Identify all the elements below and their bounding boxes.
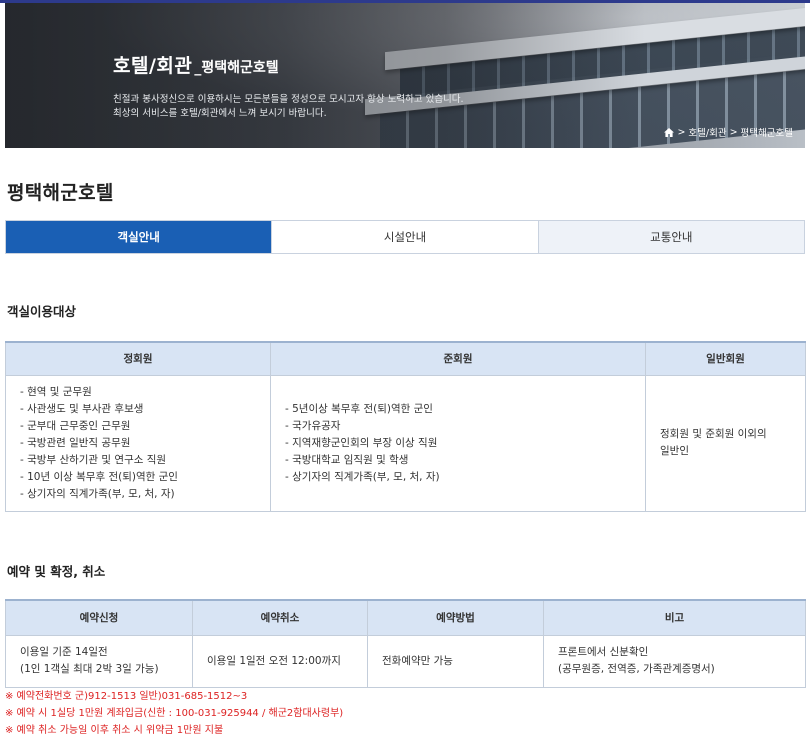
list-item: - 국방관련 일반직 공무원 <box>20 436 131 449</box>
hero-desc-line2: 최상의 서비스를 호텔/회관에서 느껴 보시기 바랍니다. <box>113 108 327 119</box>
reservation-table: 예약신청 예약취소 예약방법 비고 이용일 기준 14일전 (1인 1객실 최대… <box>5 599 806 688</box>
header-cancel: 예약취소 <box>192 599 368 636</box>
associate-member-cell: - 5년이상 복무후 전(퇴)역한 군인 - 국가유공자 - 지역재향군인회의 … <box>270 374 646 512</box>
section-title-reservation: 예약 및 확정, 취소 <box>7 564 106 579</box>
note-deposit: ※ 예약 시 1실당 1만원 계좌입금(신한 : 100-031-925944 … <box>5 708 344 719</box>
cancel-cell: 이용일 1일전 오전 12:00까지 <box>192 634 368 688</box>
tab-transport[interactable]: 교통안내 <box>538 221 804 253</box>
breadcrumb-separator: > <box>729 126 738 138</box>
list-item: - 상기자의 직계가족(부, 모, 처, 자) <box>285 470 440 483</box>
table-row: 이용일 기준 14일전 (1인 1객실 최대 2박 3일 가능) 이용일 1일전… <box>5 634 806 688</box>
apply-cell: 이용일 기준 14일전 (1인 1객실 최대 2박 3일 가능) <box>5 634 193 688</box>
regular-member-list: - 현역 및 군무원 - 사관생도 및 부사관 후보생 - 군부대 근무중인 근… <box>20 384 256 503</box>
general-member-line2: 일반인 <box>660 445 689 457</box>
list-item: - 5년이상 복무후 전(퇴)역한 군인 <box>285 402 433 415</box>
note-phone: ※ 예약전화번호 군)912-1513 일반)031-685-1512~3 <box>5 691 248 702</box>
apply-line1: 이용일 기준 14일전 <box>20 646 108 658</box>
header-note: 비고 <box>543 599 806 636</box>
general-member-cell: 정회원 및 준회원 이외의 일반인 <box>645 374 806 512</box>
list-item: - 지역재향군인회의 부장 이상 직원 <box>285 436 438 449</box>
header-regular: 정회원 <box>5 341 271 376</box>
header-apply: 예약신청 <box>5 599 193 636</box>
list-item: - 10년 이상 복무후 전(퇴)역한 군인 <box>20 470 178 483</box>
hero-description: 친절과 봉사정신으로 이용하시는 모든분들을 정성으로 모시고자 항상 노력하고… <box>113 93 464 121</box>
header-general: 일반회원 <box>645 341 806 376</box>
apply-line2: (1인 1객실 최대 2박 3일 가능) <box>20 663 159 675</box>
section-title-eligibility: 객실이용대상 <box>7 304 77 319</box>
regular-member-cell: - 현역 및 군무원 - 사관생도 및 부사관 후보생 - 군부대 근무중인 근… <box>5 374 271 512</box>
breadcrumb-separator: > <box>677 126 686 138</box>
reservation-notes: ※ 예약전화번호 군)912-1513 일반)031-685-1512~3 ※ … <box>5 688 343 739</box>
hero-title-sub: _평택해군호텔 <box>194 60 279 76</box>
header-method: 예약방법 <box>367 599 544 636</box>
list-item: - 군부대 근무중인 근무원 <box>20 419 131 432</box>
tab-facilities[interactable]: 시설안내 <box>272 221 539 253</box>
method-cell: 전화예약만 가능 <box>367 634 544 688</box>
breadcrumb-item-hotel[interactable]: 호텔/회관 <box>688 125 726 139</box>
general-member-line1: 정회원 및 준회원 이외의 <box>660 428 767 440</box>
home-icon[interactable] <box>664 127 675 137</box>
hero-banner: 호텔/회관 _평택해군호텔 친절과 봉사정신으로 이용하시는 모든분들을 정성으로… <box>5 3 805 148</box>
hero-desc-line1: 친절과 봉사정신으로 이용하시는 모든분들을 정성으로 모시고자 항상 노력하고… <box>113 94 464 105</box>
eligibility-table: 정회원 준회원 일반회원 - 현역 및 군무원 - 사관생도 및 부사관 후보생… <box>5 341 806 512</box>
list-item: - 현역 및 군무원 <box>20 385 92 398</box>
list-item: - 상기자의 직계가족(부, 모, 처, 자) <box>20 487 175 500</box>
breadcrumb: > 호텔/회관 > 평택해군호텔 <box>664 125 793 139</box>
tab-rooms[interactable]: 객실안내 <box>6 221 273 253</box>
list-item: - 국방부 산하기관 및 연구소 직원 <box>20 453 167 466</box>
breadcrumb-item-current[interactable]: 평택해군호텔 <box>741 125 793 139</box>
hero-title-main: 호텔/회관 <box>113 55 193 77</box>
list-item: - 국가유공자 <box>285 419 341 432</box>
tab-bar: 객실안내 시설안내 교통안내 <box>5 220 805 254</box>
associate-member-list: - 5년이상 복무후 전(퇴)역한 군인 - 국가유공자 - 지역재향군인회의 … <box>285 401 631 486</box>
note-line2: (공무원증, 전역증, 가족관계증명서) <box>558 663 715 675</box>
header-associate: 준회원 <box>270 341 646 376</box>
table-row: - 현역 및 군무원 - 사관생도 및 부사관 후보생 - 군부대 근무중인 근… <box>5 374 806 512</box>
note-cell: 프론트에서 신분확인 (공무원증, 전역증, 가족관계증명서) <box>543 634 806 688</box>
hero-title: 호텔/회관 _평택해군호텔 <box>113 51 279 78</box>
list-item: - 국방대학교 임직원 및 학생 <box>285 453 409 466</box>
list-item: - 사관생도 및 부사관 후보생 <box>20 402 144 415</box>
note-line1: 프론트에서 신분확인 <box>558 646 649 658</box>
page-title: 평택해군호텔 <box>7 182 114 204</box>
note-penalty: ※ 예약 취소 가능일 이후 취소 시 위약금 1만원 지불 <box>5 725 224 736</box>
